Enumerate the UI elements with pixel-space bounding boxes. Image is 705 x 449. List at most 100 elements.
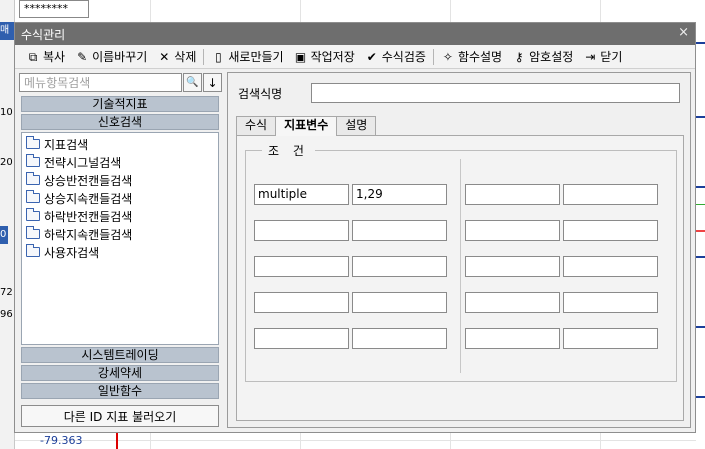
menu-search-input[interactable] <box>19 73 182 92</box>
toolbar-label: 이름바꾸기 <box>92 50 148 64</box>
variable-name-field[interactable] <box>465 184 560 205</box>
tree-item[interactable]: 전략시그널검색 <box>22 153 218 171</box>
close-icon[interactable]: × <box>678 25 689 40</box>
background-cell: 0 <box>0 226 8 244</box>
background-grid-line <box>15 440 705 441</box>
function-help-button[interactable]: ✧ 함수설명 <box>436 47 507 67</box>
signal-search-tree: 지표검색 전략시그널검색 상승반전캔들검색 상승지속캔들검색 하락반전캔들검색 … <box>21 132 219 345</box>
group-signal-search[interactable]: 신호검색 <box>21 114 219 130</box>
folder-icon <box>26 244 40 257</box>
background-top-area: ******** <box>15 0 705 22</box>
variables-tab-panel: 조 건 multiple 1,29 <box>236 135 684 421</box>
background-tick <box>696 326 705 328</box>
folder-icon <box>26 172 40 185</box>
variable-name-field[interactable] <box>465 256 560 277</box>
check-icon: ✔ <box>366 49 377 64</box>
tab-bar: 수식 지표변수 설명 <box>236 116 377 136</box>
variable-name-field[interactable] <box>465 220 560 241</box>
background-tick <box>696 396 705 398</box>
delete-icon: ✕ <box>159 49 170 64</box>
variable-value-field[interactable]: 1,29 <box>352 184 447 205</box>
variable-value-field[interactable] <box>352 256 447 277</box>
toolbar: ⧉ 복사 ✎ 이름바꾸기 ✕ 삭제 ▯ 새로만들기 ▣ 작업저장 ✔ 수식검증 ✧ 함수설명 … <box>15 45 695 69</box>
tab-description[interactable]: 설명 <box>336 116 377 135</box>
variable-value-field[interactable] <box>352 220 447 241</box>
verify-button[interactable]: ✔ 수식검증 <box>360 47 431 67</box>
tree-item-label: 상승지속캔들검색 <box>44 191 133 206</box>
rename-button[interactable]: ✎ 이름바꾸기 <box>70 47 152 67</box>
variable-value-field[interactable] <box>563 292 658 313</box>
toolbar-label: 함수설명 <box>457 50 503 64</box>
background-tick <box>696 256 705 258</box>
background-password-field[interactable]: ******** <box>19 0 89 18</box>
variable-name-field[interactable] <box>465 292 560 313</box>
group-system-trading[interactable]: 시스템트레이딩 <box>21 347 219 363</box>
toolbar-separator <box>203 48 205 65</box>
background-tick <box>696 42 705 44</box>
search-name-label: 검색식명 <box>238 87 283 101</box>
background-left-column <box>0 0 15 449</box>
copy-icon: ⧉ <box>28 49 38 64</box>
exit-icon: ⇥ <box>585 49 596 64</box>
group-technical-indicator[interactable]: 기술적지표 <box>21 96 219 112</box>
tree-item[interactable]: 사용자검색 <box>22 243 218 261</box>
variable-name-field[interactable]: multiple <box>254 184 349 205</box>
rename-icon: ✎ <box>77 49 88 64</box>
toolbar-label: 복사 <box>43 50 66 64</box>
copy-button[interactable]: ⧉ 복사 <box>21 47 70 67</box>
toolbar-label: 작업저장 <box>310 50 355 64</box>
tree-item[interactable]: 상승반전캔들검색 <box>22 171 218 189</box>
key-icon: ⚷ <box>514 49 524 64</box>
save-button[interactable]: ▣ 작업저장 <box>289 47 360 67</box>
variable-name-field[interactable] <box>254 256 349 277</box>
arrow-down-icon: ↓ <box>207 75 218 90</box>
background-cell: 72 <box>0 287 13 298</box>
folder-icon <box>26 208 40 221</box>
tree-item-label: 상승반전캔들검색 <box>44 173 133 188</box>
tree-item-label: 하락반전캔들검색 <box>44 209 133 224</box>
tree-item[interactable]: 하락반전캔들검색 <box>22 207 218 225</box>
variable-name-field[interactable] <box>465 328 560 349</box>
tree-item[interactable]: 하락지속캔들검색 <box>22 225 218 243</box>
tab-formula[interactable]: 수식 <box>236 116 277 135</box>
group-strength-weakness[interactable]: 강세약세 <box>21 365 219 381</box>
load-other-id-button[interactable]: 다른 ID 지표 불러오기 <box>21 405 219 427</box>
variable-name-field[interactable] <box>254 328 349 349</box>
delete-button[interactable]: ✕ 삭제 <box>152 47 201 67</box>
tree-item-label: 지표검색 <box>44 137 89 152</box>
variable-value-field[interactable] <box>352 292 447 313</box>
left-panel: 🔍 ↓ 기술적지표 신호검색 지표검색 전략시그널검색 상승반전캔들검색 상승지… <box>19 73 223 429</box>
folder-icon <box>26 154 40 167</box>
search-button[interactable]: 🔍 <box>183 73 202 92</box>
magic-wand-icon: ✧ <box>442 49 453 64</box>
search-icon: 🔍 <box>186 77 199 88</box>
variable-name-field[interactable] <box>254 292 349 313</box>
variable-value-field[interactable] <box>563 328 658 349</box>
dialog-titlebar[interactable]: 수식관리 × <box>15 23 695 45</box>
dialog-title: 수식관리 <box>21 28 66 42</box>
variable-value-field[interactable] <box>352 328 447 349</box>
tab-indicator-variables[interactable]: 지표변수 <box>275 116 338 136</box>
tree-item[interactable]: 지표검색 <box>22 135 218 153</box>
toolbar-label: 새로만들기 <box>228 50 284 64</box>
search-name-input[interactable] <box>311 83 680 103</box>
toolbar-label: 수식검증 <box>381 50 426 64</box>
tree-item[interactable]: 상승지속캔들검색 <box>22 189 218 207</box>
folder-icon <box>26 226 40 239</box>
toolbar-label: 닫기 <box>600 50 623 64</box>
password-button[interactable]: ⚷ 암호설정 <box>507 47 578 67</box>
variable-name-field[interactable] <box>254 220 349 241</box>
formula-manager-dialog: 수식관리 × ⧉ 복사 ✎ 이름바꾸기 ✕ 삭제 ▯ 새로만들기 ▣ 작업저장 ✔ 수식검증… <box>14 22 696 433</box>
variable-value-field[interactable] <box>563 184 658 205</box>
condition-group: 조 건 multiple 1,29 <box>245 142 677 382</box>
folder-icon <box>26 136 40 149</box>
background-cell: 10 <box>0 107 13 118</box>
new-button[interactable]: ▯ 새로만들기 <box>206 47 288 67</box>
group-general-functions[interactable]: 일반함수 <box>21 383 219 399</box>
move-down-button[interactable]: ↓ <box>203 73 222 92</box>
variable-value-field[interactable] <box>563 256 658 277</box>
background-cell: 20 <box>0 157 13 168</box>
variable-value-field[interactable] <box>563 220 658 241</box>
close-button[interactable]: ⇥ 닫기 <box>578 47 627 67</box>
toolbar-label: 암호설정 <box>529 50 574 64</box>
